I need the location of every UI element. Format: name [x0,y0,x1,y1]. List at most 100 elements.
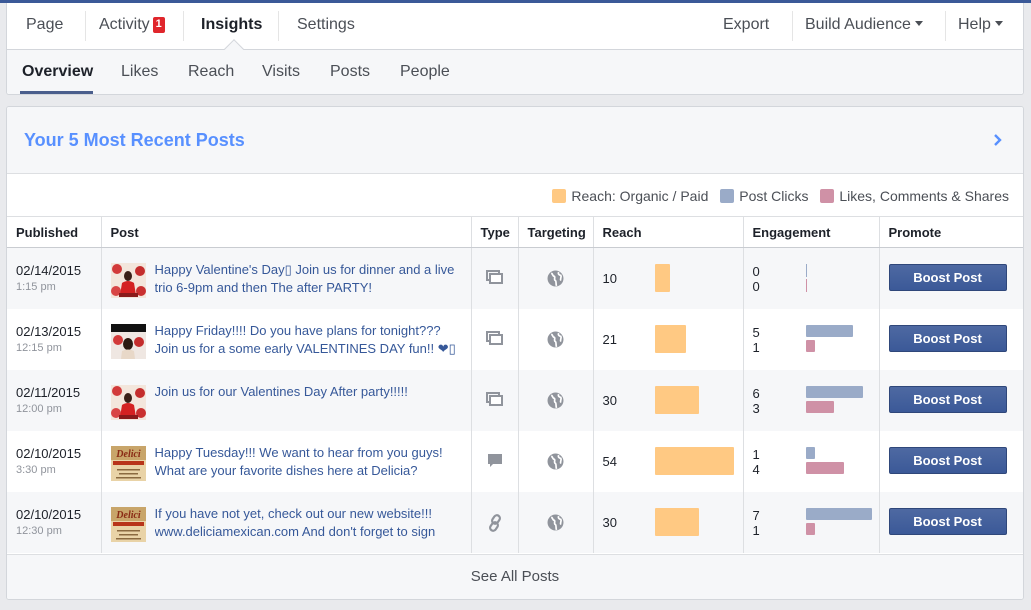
legend-label: Reach: Organic / Paid [571,188,709,204]
col-reach[interactable]: Reach [593,216,744,248]
likes-value: 1 [752,522,760,538]
export-button[interactable]: Export [723,3,769,49]
table-row: 02/11/2015 12:00 pm Join us for our Vale… [7,369,1023,431]
see-all-posts-link[interactable]: See All Posts [7,554,1023,599]
tab-people[interactable]: People [400,50,450,94]
boost-post-button[interactable]: Boost Post [888,324,1007,352]
active-tab-underline [20,91,93,94]
promote-cell: Boost Post [879,430,1023,492]
table-header-row: Published Post Type Targeting Reach Enga… [7,216,1023,248]
likes-comments-shares-bar [805,522,815,535]
col-type[interactable]: Type [471,216,519,248]
likes-value: 1 [752,339,760,355]
help-label: Help [958,16,991,33]
tab-posts[interactable]: Posts [330,50,370,94]
post-cell: Happy Friday!!!! Do you have plans for t… [101,308,472,370]
tab-overview[interactable]: Overview [22,50,93,94]
reach-cell: 30 [593,369,744,431]
page-nav: Page Activity 1 Insights Settings Export … [6,3,1024,95]
legend-swatch [552,189,567,203]
reach-bar [654,264,670,292]
reach-value: 10 [602,271,617,286]
table-row: 02/13/2015 12:15 pm Happy Friday!!!! Do … [7,308,1023,370]
post-text-link[interactable]: Join us for our Valentines Day After par… [155,383,465,419]
type-cell [471,308,519,370]
post-thumbnail[interactable] [110,384,146,420]
post-thumbnail[interactable] [110,263,146,298]
post-text-link[interactable]: Happy Friday!!!! Do you have plans for t… [155,322,465,358]
link-icon [488,513,501,532]
col-promote[interactable]: Promote [879,216,1023,248]
tab-likes[interactable]: Likes [121,50,158,94]
col-targeting[interactable]: Targeting [518,216,594,248]
nav-page[interactable]: Page [26,3,63,49]
globe-icon [547,270,564,287]
table-row: 02/14/2015 1:15 pm Happy Valentine's Day… [7,247,1023,309]
photo-icon [486,391,503,406]
reach-bar [654,507,699,536]
globe-icon [547,514,564,530]
post-time: 3:30 pm [16,463,56,476]
legend-swatch [820,189,835,203]
nav-divider [278,11,279,41]
post-text-link[interactable]: If you have not yet, check out our new w… [155,505,465,541]
help-dropdown[interactable]: Help [958,3,1003,49]
nav-divider [85,11,86,41]
col-published[interactable]: Published [7,216,102,248]
post-thumbnail[interactable]: Delici [110,506,146,542]
build-audience-label: Build Audience [805,16,911,33]
post-clicks-value: 6 [752,385,760,401]
post-text-link[interactable]: Happy Tuesday!!! We want to hear from yo… [155,444,465,480]
post-clicks-value: 1 [752,446,760,462]
legend-label: Post Clicks [739,188,809,204]
col-post[interactable]: Post [101,216,472,248]
reach-value: 54 [602,453,617,469]
reach-bar [654,324,686,353]
post-text-link[interactable]: Happy Valentine's Day▯ Join us for dinne… [155,261,465,297]
post-date: 02/13/2015 [16,323,82,339]
promote-cell: Boost Post [879,369,1023,431]
likes-comments-shares-bar [805,279,807,292]
post-clicks-bar [805,264,807,277]
nav-settings[interactable]: Settings [297,3,355,49]
legend-swatch [720,189,735,203]
reach-cell: 30 [593,491,744,553]
targeting-cell [518,308,594,370]
type-cell [471,430,519,492]
nav-activity-label: Activity [99,16,150,33]
build-audience-dropdown[interactable]: Build Audience [805,3,923,49]
reach-value: 30 [602,392,617,408]
status-icon [487,453,502,467]
post-thumbnail[interactable]: Delici [110,445,146,481]
post-date: 02/11/2015 [16,384,81,400]
likes-comments-shares-bar [805,339,815,352]
col-engagement[interactable]: Engagement [743,216,880,248]
boost-post-button[interactable]: Boost Post [888,385,1007,413]
nav-activity[interactable]: Activity 1 [99,3,165,49]
reach-bar [654,385,699,414]
chevron-right-icon[interactable] [993,133,1003,147]
top-nav: Page Activity 1 Insights Settings Export … [7,3,1023,50]
notification-badge: 1 [152,17,165,33]
photo-icon [486,270,503,288]
promote-cell: Boost Post [879,308,1023,370]
type-cell [471,247,519,309]
boost-post-button[interactable]: Boost Post [888,507,1007,535]
post-thumbnail[interactable] [110,323,146,359]
reach-bar [654,446,734,475]
svg-text:Delici: Delici [115,449,141,460]
table-row: 02/10/2015 12:30 pm Delici If you have n… [7,491,1023,553]
boost-post-button[interactable]: Boost Post [888,264,1007,291]
post-time: 12:15 pm [16,341,62,354]
reach-cell: 21 [593,308,744,370]
card-title[interactable]: Your 5 Most Recent Posts [24,130,245,151]
boost-post-button[interactable]: Boost Post [888,446,1007,474]
post-clicks-bar [805,324,853,337]
targeting-cell [518,247,594,309]
tab-visits[interactable]: Visits [262,50,300,94]
published-cell: 02/14/2015 1:15 pm [7,247,102,309]
post-date: 02/10/2015 [16,445,82,461]
tab-reach[interactable]: Reach [188,50,234,94]
legend: Reach: Organic / Paid Post Clicks Likes,… [7,174,1023,216]
nav-divider [945,11,946,41]
